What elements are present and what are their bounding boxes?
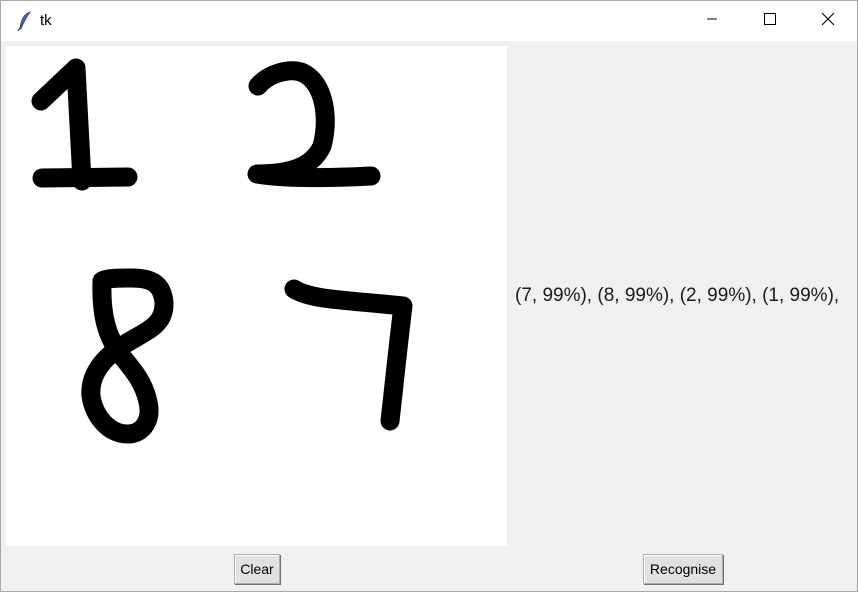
drawn-digit-8 (81, 268, 174, 444)
drawn-digit-7 (284, 279, 413, 431)
drawn-digit-2 (247, 61, 381, 188)
window-title: tk (40, 12, 52, 29)
close-button[interactable] (799, 1, 857, 41)
drawing-canvas[interactable] (6, 46, 507, 546)
maximize-button[interactable] (741, 1, 799, 41)
minimize-icon (706, 12, 718, 30)
feather-icon (17, 11, 33, 32)
recognise-button[interactable]: Recognise (643, 554, 723, 584)
minimize-button[interactable] (683, 1, 741, 41)
app-window: tk (7, 99%), (8, 99%), (2, 99%), (1, 99%… (0, 0, 858, 592)
close-icon (821, 12, 835, 31)
title-bar[interactable]: tk (1, 1, 857, 41)
maximize-icon (764, 12, 776, 30)
recognition-result: (7, 99%), (8, 99%), (2, 99%), (1, 99%), (515, 285, 840, 306)
drawn-digit-1 (31, 58, 138, 191)
clear-button[interactable]: Clear (234, 554, 280, 584)
